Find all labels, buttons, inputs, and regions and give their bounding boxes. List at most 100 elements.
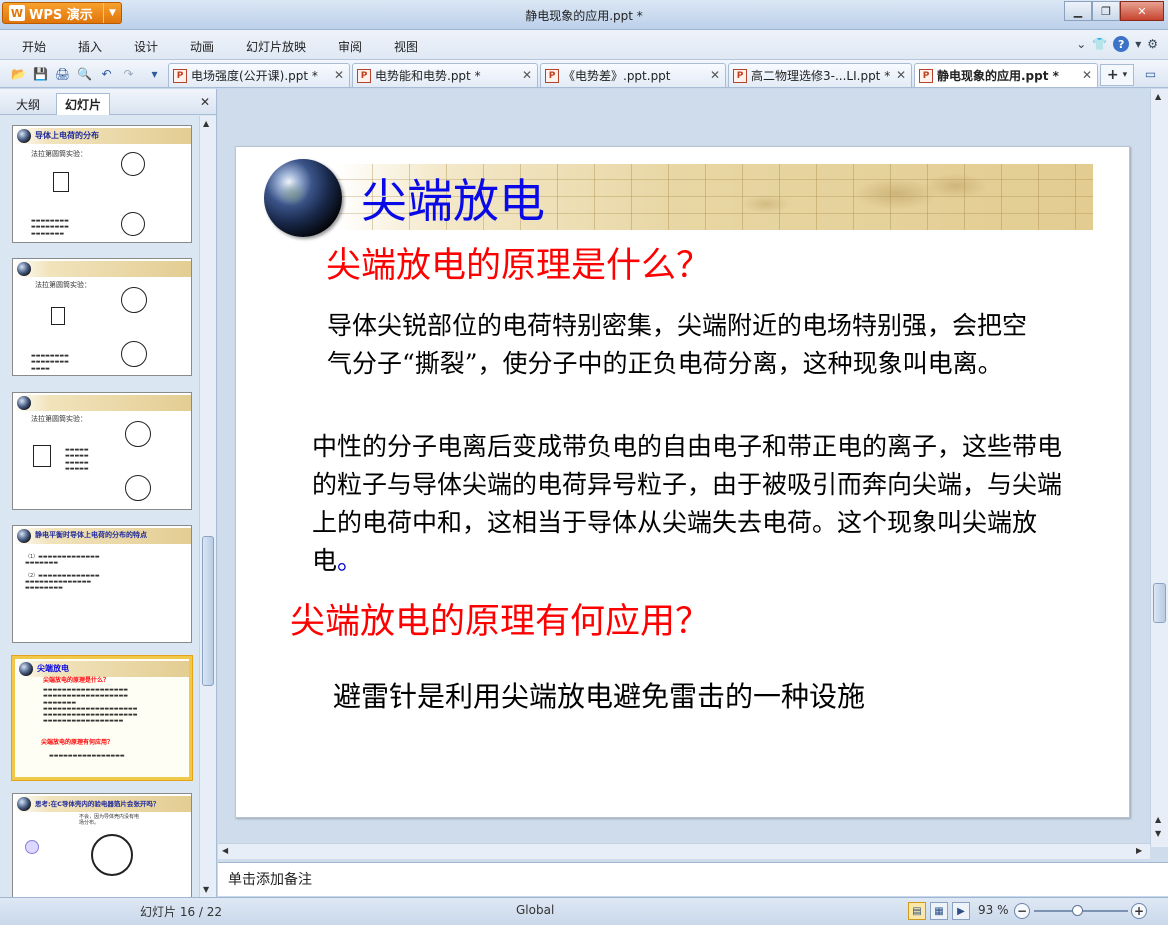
slideshow-icon[interactable]: ▶ [952, 902, 970, 920]
tab-label: 电场强度(公开课).ppt * [191, 69, 318, 83]
electroscope-icon [121, 212, 145, 236]
menu-home[interactable]: 开始 [22, 38, 46, 55]
electroscope-icon [121, 341, 147, 367]
electroscope-icon [121, 287, 147, 313]
new-tab-button[interactable]: + ▾ [1100, 64, 1134, 86]
ppt-file-icon: P [545, 68, 559, 83]
question-heading-1[interactable]: 尖端放电的原理是什么？ [326, 237, 711, 288]
redo-icon[interactable]: ↷ [120, 65, 137, 82]
zoom-in-button[interactable]: + [1131, 903, 1147, 919]
globe-icon [17, 797, 31, 811]
help-icon[interactable]: ? [1113, 36, 1130, 52]
thumb-title: 静电平衡时导体上电荷的分布的特点 [35, 531, 147, 539]
tab-document-active[interactable]: P 静电现象的应用.ppt * ✕ [914, 63, 1098, 87]
options-icon[interactable]: ⚙ [1147, 37, 1158, 51]
thumb-body-text: ▬▬▬▬▬▬▬▬▬▬▬▬▬▬▬▬▬▬ ▬▬▬▬▬▬▬▬▬▬▬▬▬▬▬▬▬▬ ▬▬▬▬… [43, 687, 138, 725]
slide-thumbnail-17[interactable]: 思考:在C导体壳内的验电器箔片会张开吗？ 不会，因为导体壳内没有电场分布。 [12, 793, 192, 897]
slide-panel-tabs: 大纲 幻灯片 ✕ [0, 89, 216, 115]
thumb-body-text: ▬▬▬▬▬▬▬▬▬▬▬▬▬▬▬▬▬▬▬▬ [65, 447, 89, 472]
minimize-button[interactable]: ▁ [1064, 1, 1092, 21]
menu-insert[interactable]: 插入 [78, 38, 102, 55]
skin-shirt-icon[interactable]: 👕 [1092, 37, 1107, 51]
undo-icon[interactable]: ↶ [98, 65, 115, 82]
thumb-body-text: ▬▬▬▬▬▬▬▬ ▬▬▬▬▬▬▬▬ ▬▬▬▬▬▬▬ [31, 218, 69, 237]
paragraph-end-mark: 。 [337, 546, 363, 575]
close-tab-icon[interactable]: ✕ [1082, 68, 1092, 82]
thumb-caption: 不会，因为导体壳内没有电场分布。 [79, 814, 140, 827]
scroll-left-icon[interactable]: ◀ [222, 846, 228, 855]
close-tab-icon[interactable]: ✕ [334, 68, 344, 82]
menu-right-tools: ⌄ 👕 ? ▾ ⚙ [1076, 36, 1158, 52]
notes-pane[interactable]: 单击添加备注 [218, 862, 1168, 896]
tab-document-2[interactable]: P 电势能和电势.ppt * ✕ [352, 63, 538, 87]
maximize-button[interactable]: ❐ [1092, 1, 1120, 21]
zoom-slider-handle[interactable] [1072, 905, 1083, 916]
close-window-button[interactable]: ✕ [1120, 1, 1164, 21]
paragraph-lightning-rod[interactable]: 避雷针是利用尖端放电避免雷击的一种设施 [333, 675, 865, 715]
close-panel-icon[interactable]: ✕ [200, 95, 210, 109]
scroll-right-icon[interactable]: ▶ [1136, 846, 1142, 855]
close-tab-icon[interactable]: ✕ [896, 68, 906, 82]
scroll-up-icon[interactable]: ▲ [1155, 92, 1161, 101]
chevron-down-icon: ▾ [1122, 70, 1128, 80]
menu-design[interactable]: 设计 [134, 38, 158, 55]
menu-animation[interactable]: 动画 [190, 38, 214, 55]
tab-label: 静电现象的应用.ppt * [937, 69, 1059, 83]
menu-view[interactable]: 视图 [394, 38, 418, 55]
status-bar: 幻灯片 16 / 22 Global ▤ ▦ ▶ 93 % − + [0, 897, 1168, 925]
close-tab-icon[interactable]: ✕ [522, 68, 532, 82]
current-slide[interactable]: 尖端放电 尖端放电的原理是什么？ 导体尖锐部位的电荷特别密集，尖端附近的电场特别… [235, 146, 1130, 818]
slide-sorter-icon[interactable]: ▦ [930, 902, 948, 920]
collapse-ribbon-icon[interactable]: ⌄ [1076, 37, 1086, 51]
print-preview-icon[interactable]: 🔍 [76, 65, 93, 82]
next-slide-icon[interactable]: ▼ [1155, 829, 1161, 838]
tab-label: 《电势差》.ppt.ppt [563, 69, 671, 83]
thumbnail-scrollbar[interactable]: ▲ ▼ [199, 116, 216, 897]
theme-name: Global [516, 903, 555, 917]
question-heading-2[interactable]: 尖端放电的原理有何应用？ [290, 593, 710, 644]
slide-thumbnail-14[interactable]: 法拉第圆筒实验： ▬▬▬▬▬ ▬▬▬▬▬ ▬▬▬▬▬ ▬▬▬▬▬ [12, 392, 192, 510]
globe-icon [17, 529, 31, 543]
help-dropdown-icon[interactable]: ▾ [1135, 37, 1141, 51]
previous-slide-icon[interactable]: ▲ [1155, 815, 1161, 824]
close-tab-icon[interactable]: ✕ [710, 68, 720, 82]
slide-thumbnail-12[interactable]: 导体上电荷的分布 法拉第圆筒实验： ▬▬▬▬▬▬▬▬ ▬▬▬▬▬▬▬▬ ▬▬▬▬▬▬… [12, 125, 192, 243]
slide-thumbnail-15[interactable]: 静电平衡时导体上电荷的分布的特点 （1）▬▬▬▬▬▬▬▬▬▬▬▬▬ ▬▬▬▬▬▬▬… [12, 525, 192, 643]
globe-icon [19, 662, 33, 676]
zoom-out-button[interactable]: − [1014, 903, 1030, 919]
tab-slides[interactable]: 幻灯片 [56, 93, 111, 115]
open-folder-icon[interactable]: 📂 [10, 65, 27, 82]
tab-document-3[interactable]: P 《电势差》.ppt.ppt ✕ [540, 63, 726, 87]
slide-panel: 大纲 幻灯片 ✕ 12 导体上电荷的分布 法拉第圆筒实验： ▬▬▬▬▬▬▬▬▬▬… [0, 89, 217, 897]
tab-list-icon[interactable]: ▭ [1142, 65, 1159, 82]
toolbar-more-icon[interactable]: ▾ [146, 65, 163, 82]
thumb-question-2: 尖端放电的原理有何应用？ [41, 739, 114, 746]
scrollbar-thumb[interactable] [202, 536, 214, 686]
plus-icon: + [1106, 67, 1119, 83]
editor-vertical-scrollbar[interactable]: ▲ ▲ ▼ [1150, 89, 1168, 847]
thumb-body-text: ▬▬▬▬▬▬▬▬▬▬▬▬▬▬▬▬ [49, 753, 125, 759]
tab-outline[interactable]: 大纲 [8, 93, 48, 115]
slide-thumbnail-16[interactable]: 尖端放电 尖端放电的原理是什么？ ▬▬▬▬▬▬▬▬▬▬▬▬▬▬▬▬▬▬ ▬▬▬▬▬… [12, 656, 192, 780]
normal-view-icon[interactable]: ▤ [908, 902, 926, 920]
scroll-down-icon[interactable]: ▼ [203, 885, 209, 894]
tab-document-4[interactable]: P 高二物理选修3-...LI.ppt * ✕ [728, 63, 912, 87]
slide-thumbnail-13[interactable]: 法拉第圆筒实验： ▬▬▬▬▬▬▬▬ ▬▬▬▬▬▬▬▬ ▬▬▬▬ [12, 258, 192, 376]
paragraph-point-discharge[interactable]: 中性的分子电离后变成带负电的自由电子和带正电的离子，这些带电的粒子与导体尖端的电… [312, 428, 1067, 580]
menu-slideshow[interactable]: 幻灯片放映 [246, 38, 306, 55]
paragraph-ionization[interactable]: 导体尖锐部位的电荷特别密集，尖端附近的电场特别强，会把空气分子“撕裂”，使分子中… [327, 307, 1047, 383]
thumb-header-band [13, 261, 191, 277]
scrollbar-thumb[interactable] [1153, 583, 1166, 623]
globe-icon [17, 396, 31, 410]
ppt-file-icon: P [173, 68, 187, 83]
menu-review[interactable]: 审阅 [338, 38, 362, 55]
save-icon[interactable]: 💾 [32, 65, 49, 82]
editor-horizontal-scrollbar[interactable]: ◀ ▶ [218, 843, 1150, 859]
thumb-title: 导体上电荷的分布 [35, 131, 99, 140]
scroll-up-icon[interactable]: ▲ [203, 119, 209, 128]
tab-document-1[interactable]: P 电场强度(公开课).ppt * ✕ [168, 63, 350, 87]
slide-title[interactable]: 尖端放电 [361, 165, 545, 231]
thumb-question: 尖端放电的原理是什么？ [43, 677, 110, 684]
globe-icon [264, 159, 342, 237]
print-icon[interactable]: 🖨 [54, 65, 71, 82]
